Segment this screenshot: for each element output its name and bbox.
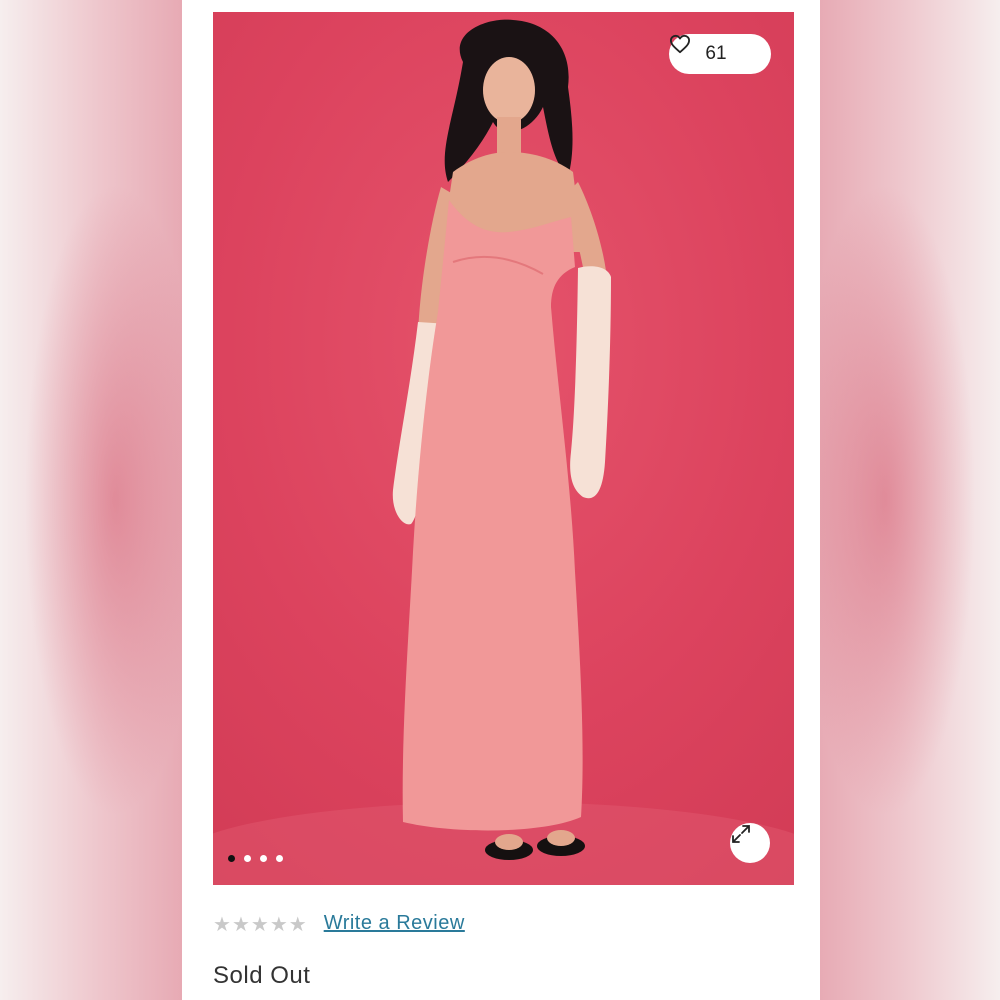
- star-icon: ★: [269, 911, 288, 936]
- rating-row: ★ ★ ★ ★ ★ Write a Review: [213, 912, 465, 935]
- gallery-dot[interactable]: [244, 855, 251, 862]
- gallery-pagination: [228, 855, 283, 862]
- model-illustration: [213, 19, 794, 885]
- gallery-dot[interactable]: [276, 855, 283, 862]
- background-blur-left: [0, 0, 182, 1000]
- star-icon: ★: [231, 911, 250, 936]
- star-icon: ★: [250, 911, 269, 936]
- gallery-dot[interactable]: [228, 855, 235, 862]
- product-image[interactable]: 61: [213, 12, 794, 885]
- background-blur-right: [818, 0, 1000, 1000]
- expand-image-button[interactable]: [730, 823, 770, 863]
- star-icon: ★: [213, 911, 231, 936]
- like-button[interactable]: 61: [669, 34, 771, 74]
- write-review-link[interactable]: Write a Review: [324, 912, 465, 935]
- rating-stars: ★ ★ ★ ★ ★: [213, 913, 307, 935]
- product-card: 61 ★ ★ ★ ★ ★ Write a Review Sold Out: [182, 0, 820, 1000]
- like-count: 61: [705, 43, 727, 64]
- gallery-dot[interactable]: [260, 855, 267, 862]
- star-icon: ★: [288, 911, 307, 936]
- availability-status: Sold Out: [213, 962, 311, 989]
